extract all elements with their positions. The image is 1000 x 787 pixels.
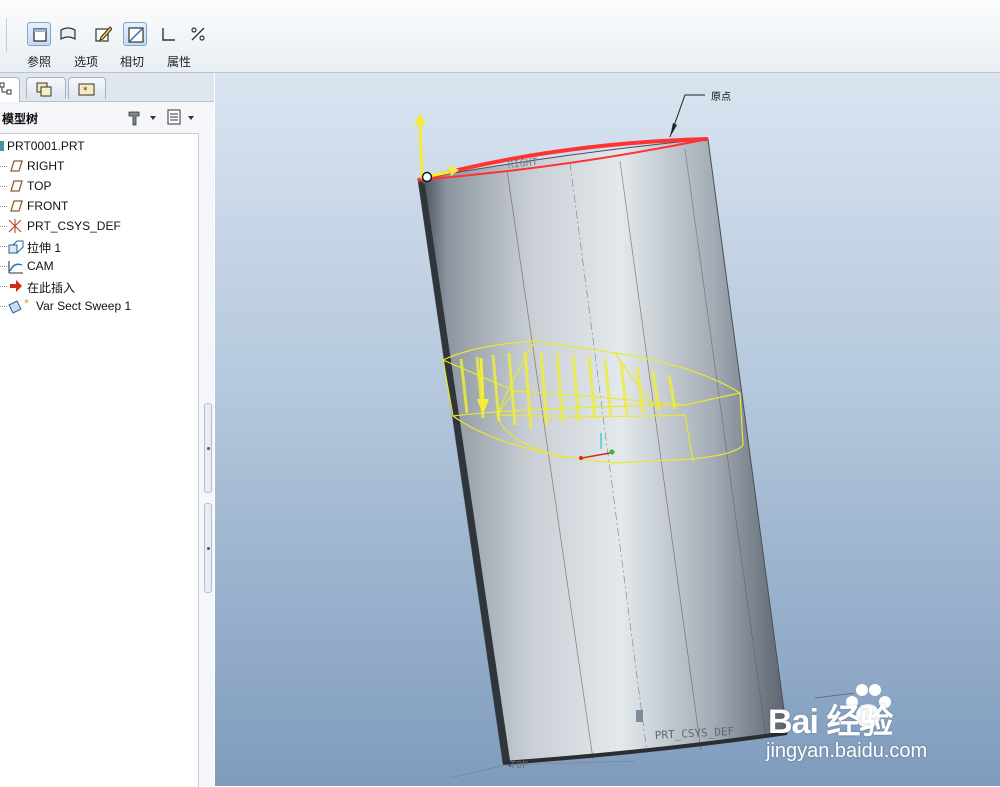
tree-connector (0, 306, 7, 307)
tree-settings-button[interactable] (126, 108, 160, 126)
model-tree-header: 模型树 (0, 102, 206, 132)
plane-label-top: TOP (510, 760, 528, 771)
grip-dot (207, 547, 210, 550)
panel-splitter-handle[interactable] (204, 403, 212, 493)
tangency-panel-button[interactable] (123, 22, 147, 46)
tree-item-label: PRT_CSYS_DEF (27, 219, 121, 233)
references-icon (33, 28, 47, 42)
tree-connector (0, 166, 7, 167)
csys-marker (636, 710, 643, 722)
svg-text:*: * (24, 298, 29, 309)
options-panel-button[interactable] (56, 22, 80, 46)
hammer-settings-icon (128, 111, 156, 126)
tree-connector (0, 246, 7, 247)
list-menu-icon (167, 109, 194, 125)
navigator-tabs: * (0, 73, 214, 102)
start-point-label: 原点 (711, 91, 731, 103)
options-icon (60, 27, 76, 41)
datum-plane-icon (10, 200, 23, 212)
properties-panel-button[interactable] (186, 22, 210, 46)
datum-plane-icon (10, 180, 23, 192)
tree-item-label: TOP (27, 179, 52, 193)
watermark-brand: Bai 经验 (768, 703, 893, 741)
tab-favorites[interactable]: * (68, 77, 106, 99)
references-label[interactable]: 参照 (27, 53, 51, 70)
tree-item-label: PRT0001.PRT (7, 139, 85, 153)
start-point-callout (669, 94, 705, 138)
svg-text:*: * (83, 86, 88, 96)
tree-connector (0, 286, 7, 287)
top-plane-edge (449, 760, 636, 779)
tree-item-label: RIGHT (27, 159, 65, 173)
tree-connector (0, 266, 7, 267)
start-point-handle[interactable] (414, 113, 459, 183)
tree-item-label: 在此插入 (27, 281, 76, 295)
model-tree: PRT0001.PRT RIGHT TOP FRONT PRT_CSYS_DEF… (0, 133, 199, 787)
corner-section-icon (162, 28, 175, 41)
tangency-edit-button[interactable] (91, 22, 115, 46)
properties-icon (191, 27, 205, 41)
sketch-pencil-icon (95, 26, 112, 42)
favorites-folder-icon: * (78, 83, 95, 96)
tree-connector (0, 186, 7, 187)
model-tree-icon (0, 82, 12, 95)
tab-model-tree[interactable] (0, 77, 20, 102)
navigator-panel: * 模型树 PRT0001.PRT RIGHT TOP FRONT PRT_CS… (0, 73, 214, 787)
dashboard-ribbon: 参照 选项 相切 属性 (0, 0, 1000, 73)
section-button[interactable] (156, 22, 180, 46)
part-icon (0, 141, 4, 151)
options-label[interactable]: 选项 (74, 53, 98, 70)
tangency-label[interactable]: 相切 (120, 53, 144, 70)
insert-here-arrow-icon (10, 280, 22, 292)
datum-plane-icon (10, 160, 23, 172)
baidu-watermark: Bai 经验 jingyan.baidu.com (760, 680, 1000, 780)
model-tree-title: 模型树 (2, 112, 39, 126)
csys-icon (8, 219, 22, 233)
var-sect-sweep-icon: * (8, 298, 29, 314)
extrude-icon (8, 240, 24, 254)
watermark-site: jingyan.baidu.com (766, 740, 928, 762)
tab-folder-browser[interactable] (26, 77, 66, 99)
ribbon-separator (6, 18, 7, 52)
tree-item-label: FRONT (27, 199, 69, 213)
tree-connector (0, 206, 7, 207)
datum-curve-icon (8, 261, 23, 274)
show-menu-button[interactable] (166, 108, 200, 126)
grip-dot (207, 447, 210, 450)
panel-splitter-handle-lower[interactable] (204, 503, 212, 593)
tree-connector (0, 226, 7, 227)
properties-label[interactable]: 属性 (167, 53, 191, 70)
layers-icon (36, 82, 52, 97)
tangency-icon (128, 27, 144, 43)
references-panel-button[interactable] (27, 22, 51, 46)
tree-item-label: Var Sect Sweep 1 (36, 299, 132, 313)
tree-item-label: 拉伸 1 (27, 241, 62, 255)
cylinder-body[interactable] (417, 138, 788, 767)
tree-item-label: CAM (27, 259, 54, 273)
